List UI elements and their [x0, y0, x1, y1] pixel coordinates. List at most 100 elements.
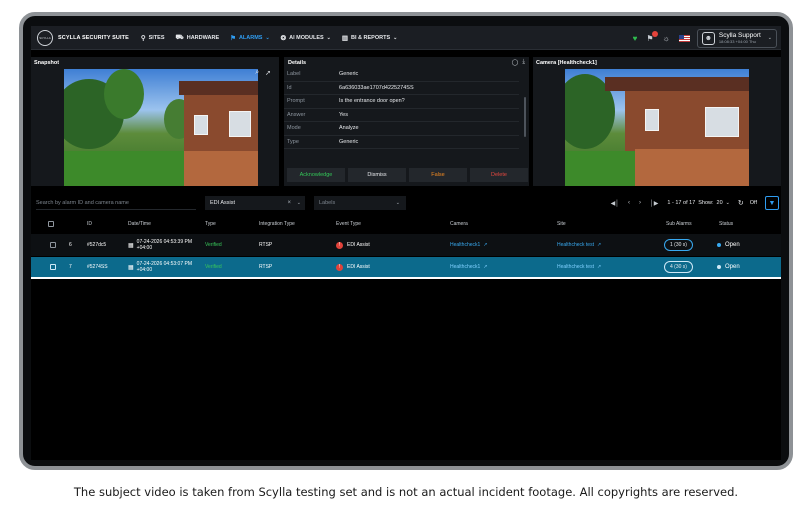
- page-range: 1 - 17 of 17: [667, 200, 696, 206]
- row-camera: Healthcheck1: [450, 264, 481, 270]
- acknowledge-button[interactable]: Acknowledge: [287, 168, 345, 182]
- heart-icon[interactable]: ♥: [633, 34, 638, 43]
- clear-icon[interactable]: ×: [287, 200, 291, 206]
- table-row-selected[interactable]: 7 #5274SS ▦ 07-24-2026 04:53:07 PM +04:00…: [31, 257, 781, 279]
- shield-icon[interactable]: ◯: [512, 59, 519, 66]
- nav-ai-modules[interactable]: ❂ AI MODULES ⌄: [281, 34, 331, 42]
- nav-bi-reports[interactable]: ▥ BI & REPORTS ⌄: [342, 34, 397, 42]
- details-row: Id 6a636033ae1707d4225274SS: [284, 82, 519, 95]
- row-index: 6: [69, 242, 72, 248]
- chevron-down-icon: ⌄: [326, 34, 331, 41]
- us-flag-icon[interactable]: [678, 34, 690, 42]
- nav-right: ♥ ⚑ ☼ ☻ Scylla Support 18:08:33 +04:00 T…: [633, 26, 777, 50]
- nav-hardware-label: HARDWARE: [186, 34, 220, 41]
- notification-bell-icon[interactable]: ⚑: [646, 30, 658, 43]
- first-page-icon[interactable]: ◀│: [611, 200, 619, 207]
- zoom-icon[interactable]: ⌕: [255, 69, 259, 77]
- user-info: Scylla Support 18:08:33 +04:00 Thu: [719, 32, 761, 44]
- prev-page-icon[interactable]: ‹: [628, 200, 630, 206]
- details-scrollbar[interactable]: [524, 97, 526, 137]
- row-status-label: Open: [725, 264, 740, 270]
- details-row: Mode Analyze: [284, 122, 519, 136]
- brain-icon: ❂: [280, 34, 287, 42]
- snapshot-image[interactable]: [64, 69, 258, 186]
- row-sub-alarms[interactable]: 1 (30 s): [664, 239, 693, 251]
- logo-icon[interactable]: SCYLLA: [37, 29, 53, 46]
- pin-tool-icon[interactable]: ➚: [265, 69, 271, 77]
- row-camera-link[interactable]: Healthcheck1 ↗: [450, 264, 488, 270]
- camera-title: Camera [Healthcheck1]: [536, 60, 597, 66]
- search-input[interactable]: Search by alarm ID and camera name: [36, 196, 196, 210]
- sub-alarms-pill: 1 (30 s): [664, 239, 693, 251]
- row-status-label: Open: [725, 242, 740, 248]
- camera-feed[interactable]: [565, 69, 749, 186]
- header-status[interactable]: Status: [719, 221, 733, 227]
- user-time: 18:08:33 +04:00 Thu: [718, 39, 756, 44]
- row-site: Healthcheck test: [557, 242, 594, 248]
- header-camera[interactable]: Camera: [450, 221, 468, 227]
- details-key: Id: [287, 84, 292, 91]
- app-screen: SCYLLA SCYLLA SECURITY SUITE ⚲ SITES ⛟ H…: [31, 26, 781, 460]
- sun-icon[interactable]: ☼: [663, 34, 670, 43]
- page-size-select[interactable]: 20: [717, 200, 723, 206]
- auto-refresh-toggle[interactable]: Off: [750, 200, 757, 206]
- filter-bar: Search by alarm ID and camera name EDI A…: [31, 196, 781, 210]
- header-id[interactable]: ID: [87, 221, 92, 227]
- nav-sites[interactable]: ⚲ SITES: [141, 34, 165, 42]
- chevron-down-icon: ⌄: [393, 34, 398, 41]
- table-header: ID Date/Time Type Integration Type Event…: [31, 216, 781, 232]
- refresh-icon[interactable]: ↻: [738, 199, 744, 207]
- sub-alarms-pill: 4 (30 s): [664, 261, 693, 273]
- header-datetime[interactable]: Date/Time: [128, 221, 151, 227]
- header-site[interactable]: Site: [557, 221, 566, 227]
- details-value: Analyze: [339, 125, 359, 132]
- row-camera-link[interactable]: Healthcheck1 ↗: [450, 242, 488, 248]
- row-datetime: ▦ 07-24-2026 04:53:39 PM +04:00: [128, 239, 192, 251]
- snapshot-title: Snapshot: [34, 60, 60, 66]
- false-button[interactable]: False: [409, 168, 467, 182]
- chart-icon: ▥: [341, 34, 349, 42]
- type-select[interactable]: EDI Assist × ⌄: [205, 196, 305, 210]
- download-icon[interactable]: ⤓: [522, 59, 525, 66]
- nav-alarms-label: ALARMS: [238, 34, 263, 41]
- row-checkbox[interactable]: [50, 264, 56, 270]
- row-checkbox[interactable]: [50, 242, 56, 248]
- nav-sites-label: SITES: [148, 34, 165, 41]
- row-event: ! EDI Assist: [336, 241, 370, 249]
- car-icon: ⛟: [175, 34, 184, 41]
- next-page-icon[interactable]: ›: [639, 200, 641, 206]
- row-site-link[interactable]: Healthcheck test ↗: [557, 264, 601, 270]
- status-dot: [717, 243, 721, 247]
- labels-select[interactable]: Labels ⌄: [314, 196, 406, 210]
- header-sub-alarms[interactable]: Sub Alarms: [666, 221, 692, 227]
- select-all-checkbox[interactable]: [48, 221, 54, 227]
- row-sub-alarms[interactable]: 4 (30 s): [664, 261, 693, 273]
- header-type[interactable]: Type: [205, 221, 216, 227]
- details-value: Generic: [339, 138, 359, 145]
- row-type: Verified: [205, 242, 222, 248]
- details-row: Answer Yes: [284, 109, 519, 122]
- filter-icon[interactable]: ▼: [765, 196, 779, 210]
- header-event[interactable]: Event Type: [336, 221, 361, 227]
- table-row[interactable]: 6 #527dc5 ▦ 07-24-2026 04:53:39 PM +04:00…: [31, 234, 781, 256]
- user-menu[interactable]: ☻ Scylla Support 18:08:33 +04:00 Thu ⌄: [696, 28, 777, 48]
- row-type: Verified: [205, 264, 222, 270]
- chevron-down-icon: ⌄: [725, 200, 730, 206]
- details-row: Label Generic: [284, 68, 519, 82]
- chevron-down-icon: ⌄: [265, 34, 270, 41]
- calendar-icon: ▦: [128, 242, 134, 249]
- nav-hardware[interactable]: ⛟ HARDWARE: [176, 33, 220, 42]
- tablet-frame: SCYLLA SCYLLA SECURITY SUITE ⚲ SITES ⛟ H…: [19, 12, 793, 470]
- row-site-link[interactable]: Healthcheck test ↗: [557, 242, 601, 248]
- snapshot-panel: Snapshot ⌕ ➚: [31, 57, 279, 186]
- dismiss-button[interactable]: Dismiss: [348, 168, 406, 182]
- nav-alarms[interactable]: ⚑ ALARMS ⌄: [230, 34, 270, 42]
- row-event-label: EDI Assist: [347, 242, 370, 248]
- delete-button[interactable]: Delete: [470, 168, 528, 182]
- last-page-icon[interactable]: │▶: [650, 200, 658, 207]
- details-title: Details: [288, 59, 307, 66]
- row-status: Open: [717, 242, 740, 248]
- notification-badge: [651, 30, 658, 37]
- details-key: Mode: [287, 125, 301, 132]
- header-integration[interactable]: Integration Type: [259, 221, 295, 227]
